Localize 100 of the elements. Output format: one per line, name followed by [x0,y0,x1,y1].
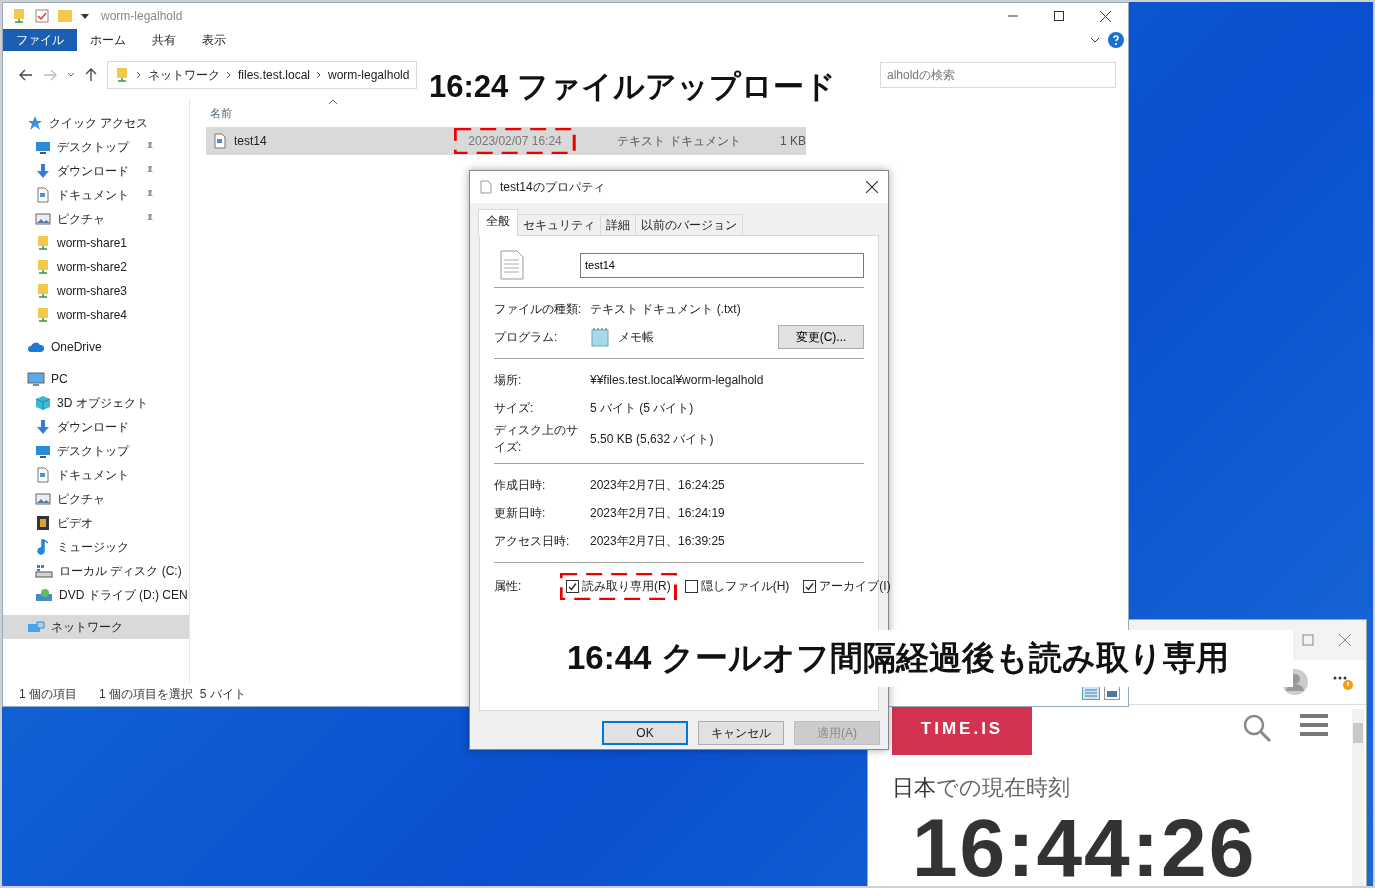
search-field[interactable]: alholdの検索 [880,62,1116,88]
computer-icon [27,371,45,387]
status-text: 1 個の項目を選択 5 バイト [99,685,246,703]
dropdown-caret-icon [81,12,89,20]
shared-folder-icon [35,307,51,323]
property-value: メモ帳 [618,328,654,346]
current-time: 16:44:26 [911,807,1258,886]
file-name: test14 [234,134,268,148]
ribbon-tab[interactable]: 表示 [189,29,239,51]
sidebar-item[interactable]: worm-share1 [3,231,189,255]
close-icon [866,181,878,193]
close-icon [1338,633,1352,647]
change-button[interactable]: 変更(C)... [778,325,864,349]
close-icon [1099,10,1111,22]
filename-field[interactable]: test14 [580,252,864,278]
breadcrumb-item[interactable]: ネットワーク [148,66,220,84]
ribbon-tab[interactable]: ファイル [3,29,77,51]
music-note-icon [35,539,51,555]
property-label: 作成日時: [494,476,547,494]
sidebar-item[interactable]: worm-share4 [3,303,189,327]
down-arrow-icon [35,419,51,435]
ribbon-tab[interactable]: ホーム [77,29,139,51]
disc-drive-icon [35,587,53,603]
document-icon [35,187,51,203]
site-logo[interactable]: TIME.IS [892,705,1032,755]
document-icon [212,133,228,149]
file-size: 1 KB [778,134,806,148]
sidebar-item[interactable]: ビデオ [3,511,189,535]
back-arrow-icon [19,69,33,81]
file-date: 2023/02/07 16:24 [468,134,562,148]
attribute-checkbox[interactable]: 隠しファイル(H) [684,578,790,595]
menu-icon [1300,713,1328,737]
ribbon-tab[interactable]: 共有 [139,29,189,51]
shared-folder-icon [35,283,51,299]
sidebar-item[interactable]: 3D オブジェクト [3,391,189,415]
sidebar-item[interactable]: ピクチャ [3,487,189,511]
sidebar-item[interactable]: ドキュメント [3,463,189,487]
property-label: ファイルの種類: [494,300,583,318]
dialog-button[interactable]: OK [602,721,688,745]
sidebar-item[interactable]: デスクトップ [3,439,189,463]
dialog-button[interactable]: キャンセル [698,721,784,745]
property-value: テキスト ドキュメント (.txt) [590,300,741,318]
property-label: ディスク上のサイズ: [494,422,579,456]
sidebar-item[interactable]: ネットワーク [3,615,189,639]
sidebar-item[interactable]: OneDrive [3,335,189,359]
shared-folder-icon [35,259,51,275]
dialog-tab[interactable]: 全般 [478,209,518,236]
property-label: 場所: [494,371,523,389]
document-icon [35,467,51,483]
cube-icon [35,395,51,411]
sidebar-item[interactable]: クイック アクセス [3,111,189,135]
shared-folder-icon [114,67,130,83]
scrollbar[interactable] [1352,709,1364,886]
chevron-icon [1090,36,1100,44]
property-value: 5 バイト (5 バイト) [590,399,694,417]
property-label: プログラム: [494,328,559,346]
shared-folder-icon [35,235,51,251]
sidebar-item[interactable]: ローカル ディスク (C:) [3,559,189,583]
network-icon [27,619,45,635]
search-icon [1242,713,1272,743]
sidebar-item[interactable]: ダウンロード [3,415,189,439]
file-row[interactable]: test14 2023/02/07 16:24 テキスト ドキュメント 1 KB [206,127,806,155]
checklist-icon [35,9,49,23]
sidebar-item[interactable]: worm-share2 [3,255,189,279]
attribute-checkbox[interactable]: アーカイブ(I) [803,578,891,595]
film-icon [35,515,51,531]
sidebar-item[interactable]: DVD ドライブ (D:) CEN [3,583,189,607]
notepad-icon [590,327,610,347]
maximize-icon [1302,634,1314,646]
sidebar-item[interactable]: デスクトップ [3,135,189,159]
dialog-title: test14のプロパティ [500,178,605,196]
property-label: サイズ: [494,399,535,417]
forward-arrow-icon [43,69,57,81]
address-bar[interactable]: ネットワーク files.test.local worm-legalhold [107,61,417,89]
sidebar-item[interactable]: ドキュメント [3,183,189,207]
sidebar-item[interactable]: ミュージック [3,535,189,559]
property-value: 5.50 KB (5,632 バイト) [590,430,714,448]
chevron-right-icon [226,71,232,79]
up-arrow-icon [85,68,97,82]
breadcrumb-item[interactable]: files.test.local [238,68,311,82]
picture-icon [35,211,51,227]
property-label: アクセス日時: [494,532,571,550]
text-file-icon [500,250,524,280]
column-header[interactable]: 名前 [210,105,232,121]
property-value: 2023年2月7日、16:24:19 [590,504,725,522]
breadcrumb-item[interactable]: worm-legalhold [328,68,410,82]
dialog-tab[interactable]: 以前のバージョン [635,214,743,235]
sidebar-item[interactable]: ピクチャ [3,207,189,231]
chevron-right-icon [136,71,142,79]
sidebar-item[interactable]: worm-share3 [3,279,189,303]
sidebar-item[interactable]: ダウンロード [3,159,189,183]
picture-icon [35,491,51,507]
property-label: 更新日時: [494,504,547,522]
star-icon [27,115,43,131]
sort-caret-icon [328,99,338,105]
property-value: 2023年2月7日、16:39:25 [590,532,725,550]
sidebar-item[interactable]: PC [3,367,189,391]
checkmark-icon [805,582,815,591]
page-heading: 日本での現在時刻 [892,774,1071,802]
dropdown-caret-icon [67,71,75,79]
